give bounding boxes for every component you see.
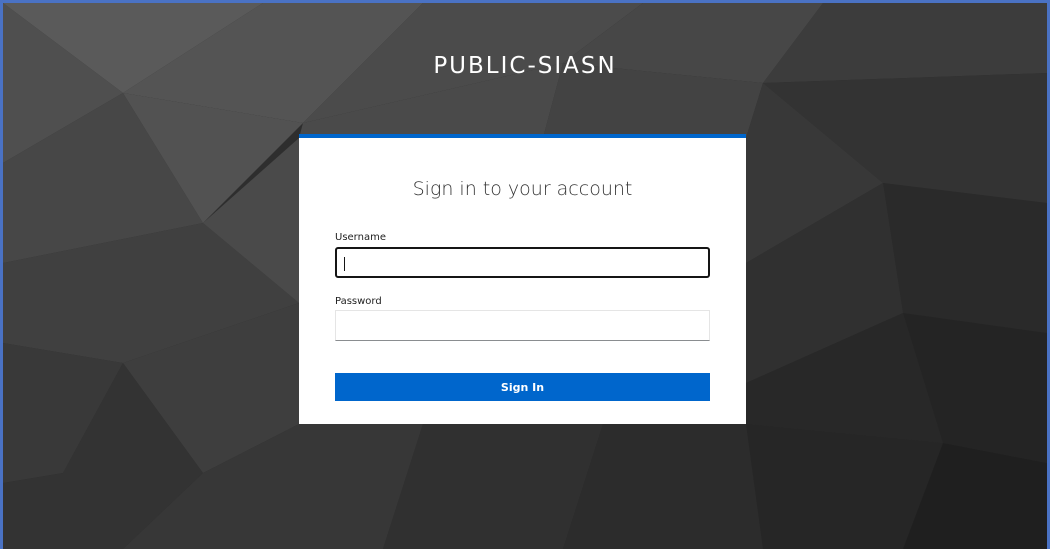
- text-caret: [344, 257, 345, 271]
- sign-in-button[interactable]: Sign In: [335, 373, 710, 401]
- browser-frame: PUBLIC-SIASN Sign in to your account Use…: [0, 0, 1050, 549]
- password-input[interactable]: [335, 310, 710, 341]
- login-card: Sign in to your account Username Passwor…: [299, 134, 746, 424]
- username-input[interactable]: [335, 247, 710, 278]
- username-label: Username: [335, 232, 386, 243]
- login-heading: Sign in to your account: [412, 178, 633, 200]
- realm-title: PUBLIC-SIASN: [433, 53, 617, 79]
- password-label: Password: [335, 296, 382, 307]
